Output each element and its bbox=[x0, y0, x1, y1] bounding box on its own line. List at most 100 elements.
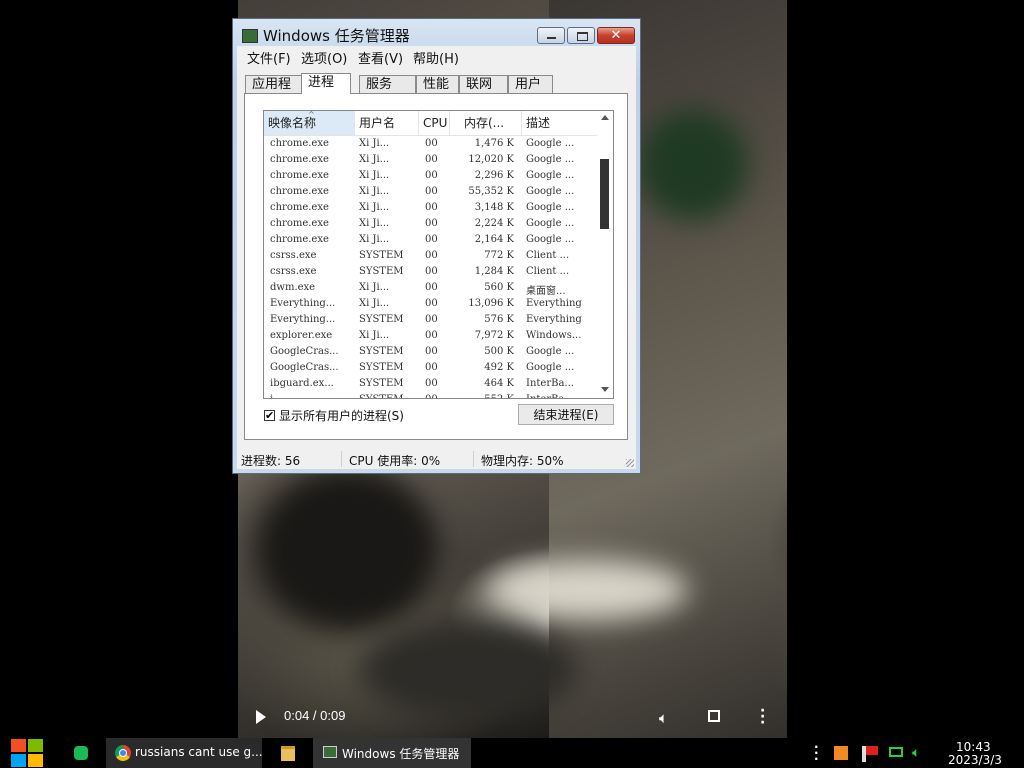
chat-app-icon bbox=[74, 746, 88, 760]
process-name: chrome.exe bbox=[270, 138, 329, 149]
table-row[interactable]: chrome.exe Xi Ji... 00 2,296 K Google ... bbox=[264, 169, 598, 185]
table-row[interactable]: chrome.exe Xi Ji... 00 2,224 K Google ... bbox=[264, 217, 598, 233]
column-cpu[interactable]: CPU bbox=[419, 111, 450, 135]
taskbar-item-label: russians cant use g... bbox=[135, 745, 263, 759]
process-name: csrss.exe bbox=[270, 250, 317, 261]
table-row[interactable]: explorer.exe Xi Ji... 00 7,972 K Windows... bbox=[264, 329, 598, 345]
table-row[interactable]: Everything... SYSTEM 00 576 K Everything bbox=[264, 313, 598, 329]
scroll-up-icon[interactable] bbox=[601, 115, 609, 120]
process-memory: 7,972 K bbox=[474, 330, 514, 341]
table-row[interactable]: csrss.exe SYSTEM 00 772 K Client ... bbox=[264, 249, 598, 265]
process-description: Client ... bbox=[526, 266, 570, 277]
process-cpu: 00 bbox=[425, 250, 438, 261]
app-tray-icon[interactable] bbox=[834, 746, 848, 760]
process-cpu: 00 bbox=[425, 298, 438, 309]
task-manager-window: Windows 任务管理器 ✕ 文件(F) 选项(O) 查看(V) 帮助(H) … bbox=[232, 18, 641, 474]
process-cpu: 00 bbox=[425, 202, 438, 213]
taskbar-item-chrome[interactable]: russians cant use g... bbox=[106, 738, 263, 768]
table-row[interactable]: GoogleCras... SYSTEM 00 492 K Google ... bbox=[264, 361, 598, 377]
process-list[interactable]: ^ 映像名称 用户名 CPU 内存(... 描述 chrome.exe Xi Ji… bbox=[263, 110, 614, 399]
show-all-users-label[interactable]: 显示所有用户的进程(S) bbox=[279, 407, 404, 424]
process-name: GoogleCras... bbox=[270, 362, 339, 373]
maximize-button[interactable] bbox=[567, 27, 595, 44]
process-cpu: 00 bbox=[425, 154, 438, 165]
table-row[interactable]: ibguard.ex... SYSTEM 00 464 K InterBa... bbox=[264, 377, 598, 393]
table-row[interactable]: chrome.exe Xi Ji... 00 2,164 K Google ... bbox=[264, 233, 598, 249]
table-row[interactable]: Everything... Xi Ji... 00 13,096 K Everythin… bbox=[264, 297, 598, 313]
table-row[interactable]: chrome.exe Xi Ji... 00 55,352 K Google ... bbox=[264, 185, 598, 201]
menu-view[interactable]: 查看(V) bbox=[358, 48, 403, 67]
column-user-name[interactable]: 用户名 bbox=[355, 111, 419, 135]
process-name: chrome.exe bbox=[270, 186, 329, 197]
table-row[interactable]: GoogleCras... SYSTEM 00 500 K Google ... bbox=[264, 345, 598, 361]
tab-performance[interactable]: 性能 bbox=[416, 75, 459, 93]
play-icon[interactable] bbox=[256, 710, 266, 724]
process-memory: 1,476 K bbox=[474, 138, 514, 149]
more-options-icon[interactable]: · · · bbox=[760, 704, 765, 730]
process-name: Everything... bbox=[270, 314, 336, 325]
fullscreen-icon[interactable] bbox=[708, 710, 720, 722]
process-user: Xi Ji... bbox=[359, 298, 390, 309]
flag-icon[interactable] bbox=[866, 746, 878, 755]
process-user: Xi Ji... bbox=[359, 138, 390, 149]
clock-time[interactable]: 10:43 bbox=[956, 740, 991, 754]
process-cpu: 00 bbox=[425, 394, 449, 398]
maximize-icon bbox=[577, 32, 588, 41]
process-memory: 576 K bbox=[484, 314, 514, 325]
clock-date[interactable]: 2023/3/3 bbox=[948, 753, 1002, 767]
show-all-users-checkbox[interactable]: ✔ bbox=[264, 410, 275, 421]
table-row[interactable]: chrome.exe Xi Ji... 00 1,476 K Google ... bbox=[264, 137, 598, 153]
tab-services[interactable]: 服务 bbox=[359, 75, 416, 93]
tab-networking[interactable]: 联网 bbox=[459, 75, 508, 93]
process-description: Everything bbox=[526, 314, 582, 325]
table-row[interactable]: chrome.exe Xi Ji... 00 12,020 K Google ... bbox=[264, 153, 598, 169]
minimize-button[interactable] bbox=[537, 27, 565, 44]
tab-users[interactable]: 用户 bbox=[508, 75, 553, 93]
vertical-scrollbar[interactable] bbox=[597, 111, 613, 398]
table-row[interactable]: chrome.exe Xi Ji... 00 3,148 K Google ... bbox=[264, 201, 598, 217]
volume-icon[interactable]: 🔈︎ bbox=[912, 745, 920, 761]
more-icon[interactable]: · · · bbox=[814, 741, 819, 765]
process-name: dwm.exe bbox=[270, 282, 316, 293]
start-button[interactable] bbox=[10, 738, 44, 768]
scroll-down-icon[interactable] bbox=[601, 387, 609, 392]
column-memory[interactable]: 内存(... bbox=[450, 111, 522, 135]
close-button[interactable]: ✕ bbox=[597, 27, 635, 44]
table-row[interactable]: csrss.exe SYSTEM 00 1,284 K Client ... bbox=[264, 265, 598, 281]
tab-applications[interactable]: 应用程序 bbox=[245, 75, 303, 110]
menu-file[interactable]: 文件(F) bbox=[247, 48, 291, 67]
process-description: InterBa... bbox=[526, 378, 574, 389]
process-user: Xi Ji... bbox=[359, 330, 390, 341]
process-description: Windows... bbox=[526, 330, 582, 341]
task-manager-icon bbox=[323, 746, 337, 758]
end-process-button[interactable]: 结束进程(E) bbox=[518, 404, 614, 425]
taskbar-item-explorer[interactable] bbox=[268, 738, 308, 768]
tab-processes[interactable]: 进程 bbox=[301, 73, 351, 94]
menu-bar: 文件(F) 选项(O) 查看(V) 帮助(H) bbox=[237, 46, 636, 67]
process-memory: 55,352 K bbox=[468, 186, 514, 197]
process-user: Xi Ji... bbox=[359, 202, 390, 213]
resize-grip[interactable] bbox=[626, 459, 634, 467]
process-user: SYSTEM bbox=[359, 394, 419, 398]
process-memory: 1,284 K bbox=[474, 266, 514, 277]
table-row[interactable]: dwm.exe Xi Ji... 00 560 K 桌面窗... bbox=[264, 281, 598, 297]
menu-help[interactable]: 帮助(H) bbox=[413, 48, 459, 67]
taskbar-app-green[interactable] bbox=[60, 738, 100, 768]
column-description[interactable]: 描述 bbox=[522, 111, 598, 135]
task-manager-icon bbox=[242, 29, 258, 43]
volume-icon[interactable]: 🔈︎ bbox=[659, 709, 668, 727]
title-bar[interactable]: Windows 任务管理器 ✕ bbox=[233, 19, 640, 49]
process-description: 桌面窗... bbox=[526, 286, 566, 297]
process-description: Google ... bbox=[526, 138, 575, 149]
column-image-name[interactable]: ^ 映像名称 bbox=[264, 111, 355, 135]
network-icon[interactable] bbox=[889, 747, 903, 757]
scroll-thumb[interactable] bbox=[600, 159, 609, 229]
taskbar-item-task-manager[interactable]: Windows 任务管理器 bbox=[313, 738, 471, 768]
menu-options[interactable]: 选项(O) bbox=[301, 48, 347, 67]
process-name: ibguard.ex... bbox=[270, 378, 334, 389]
process-cpu: 00 bbox=[425, 186, 438, 197]
windows-logo-icon bbox=[11, 739, 26, 752]
process-description: Google ... bbox=[526, 186, 575, 197]
process-cpu: 00 bbox=[425, 314, 438, 325]
table-row[interactable]: i... SYSTEM 00552 K InterBa... bbox=[264, 393, 598, 398]
